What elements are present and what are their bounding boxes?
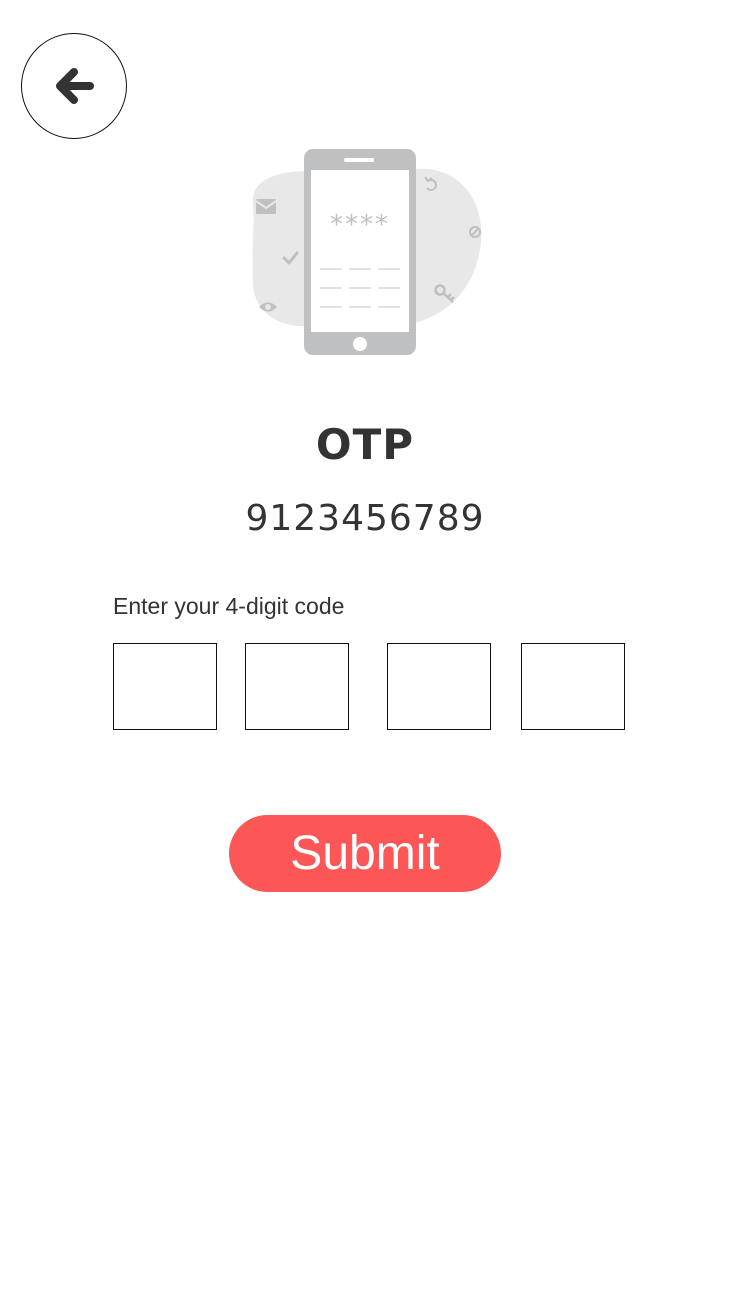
page-title: OTP [315,420,415,469]
arrow-left-icon [56,68,94,104]
phone-number: 9123456789 [245,498,485,539]
phone-speaker [344,158,374,162]
otp-digit-4-input[interactable] [521,643,625,730]
submit-button[interactable]: Submit [229,815,501,892]
otp-instruction: Enter your 4-digit code [113,593,345,619]
otp-digit-2-input[interactable] [245,643,349,730]
masked-code: **** [330,210,390,240]
phone-home-button [353,337,367,351]
otp-digit-3-input[interactable] [387,643,491,730]
otp-illustration: **** [252,149,482,355]
back-button[interactable] [21,33,127,139]
otp-digit-1-input[interactable] [113,643,217,730]
envelope-icon [255,199,277,214]
